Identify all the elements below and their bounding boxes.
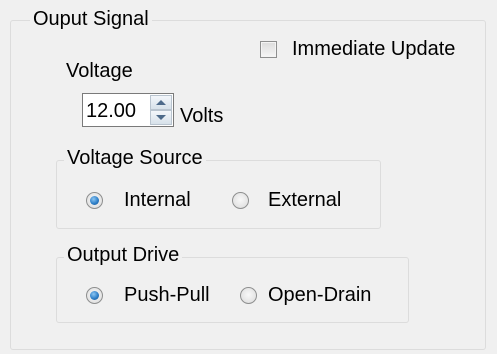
output-drive-title: Output Drive [64,244,183,266]
radio-internal-button[interactable] [86,192,103,209]
voltage-unit-label: Volts [180,105,224,127]
voltage-stepper[interactable]: 12.00 [82,93,174,127]
radio-selected-dot-icon [90,291,99,300]
voltage-value[interactable]: 12.00 [86,100,136,122]
chevron-up-icon [156,100,166,105]
immediate-update-label[interactable]: Immediate Update [292,38,455,60]
radio-push-pull-button[interactable] [86,287,103,304]
voltage-down-button[interactable] [150,110,172,125]
immediate-update-box[interactable] [260,41,277,58]
radio-open-drain-label[interactable]: Open-Drain [268,284,371,306]
output-signal-title: Ouput Signal [30,8,152,30]
chevron-down-icon [156,115,166,120]
radio-open-drain-button[interactable] [240,287,257,304]
radio-internal-label[interactable]: Internal [124,189,191,211]
radio-external-label[interactable]: External [268,189,341,211]
voltage-label: Voltage [66,60,133,82]
radio-selected-dot-icon [90,196,99,205]
radio-external-button[interactable] [232,192,249,209]
radio-push-pull-label[interactable]: Push-Pull [124,284,210,306]
voltage-source-title: Voltage Source [64,147,206,169]
voltage-up-button[interactable] [150,95,172,110]
